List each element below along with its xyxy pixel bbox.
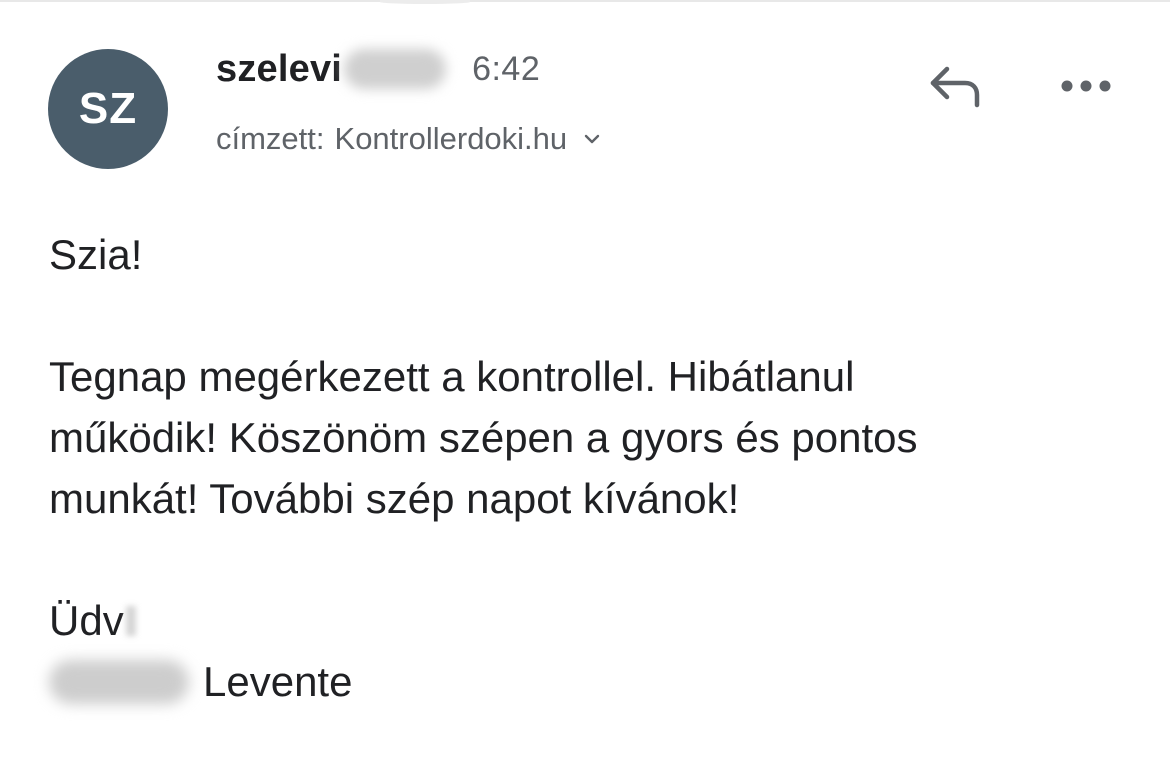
- body-line-1: Tegnap megérkezett a kontrollel. Hibátla…: [49, 353, 855, 400]
- chevron-down-icon: [584, 134, 600, 144]
- recipient-label: címzett:: [216, 121, 325, 156]
- top-divider: [0, 0, 1170, 2]
- recipient-address: Kontrollerdoki.hu: [334, 121, 568, 156]
- closing-comma-redacted: [125, 605, 136, 636]
- reply-button[interactable]: [918, 56, 990, 116]
- closing-text: Üdv: [49, 597, 124, 644]
- sender-name-redacted: [344, 49, 447, 89]
- message-body: Szia! Tegnap megérkezett a kontrollel. H…: [49, 224, 1129, 712]
- body-line-2: működik! Köszönöm szépen a gyors és pont…: [49, 414, 918, 461]
- sender-avatar[interactable]: SZ: [48, 49, 168, 169]
- signature-name: Levente: [203, 658, 353, 705]
- reply-icon: [930, 66, 980, 108]
- signature-name-redacted: [49, 659, 189, 704]
- recipient-details-toggle[interactable]: címzett: Kontrollerdoki.hu: [216, 120, 601, 158]
- more-horizontal-icon: [1061, 80, 1111, 92]
- closing-line: Üdv: [49, 590, 1129, 651]
- sender-header: szelevi 6:42: [216, 48, 540, 90]
- message-time: 6:42: [472, 49, 541, 88]
- email-view: SZ szelevi 6:42 címzett: Kontrollerdoki.…: [0, 0, 1170, 780]
- pull-indicator: [380, 0, 470, 4]
- sender-name[interactable]: szelevi: [216, 48, 342, 91]
- more-options-button[interactable]: [1050, 58, 1122, 114]
- avatar-initials: SZ: [78, 84, 138, 133]
- body-line-3: munkát! További szép napot kívánok!: [49, 475, 740, 522]
- greeting-text: Szia!: [49, 231, 143, 278]
- signature-line: Levente: [49, 651, 1129, 712]
